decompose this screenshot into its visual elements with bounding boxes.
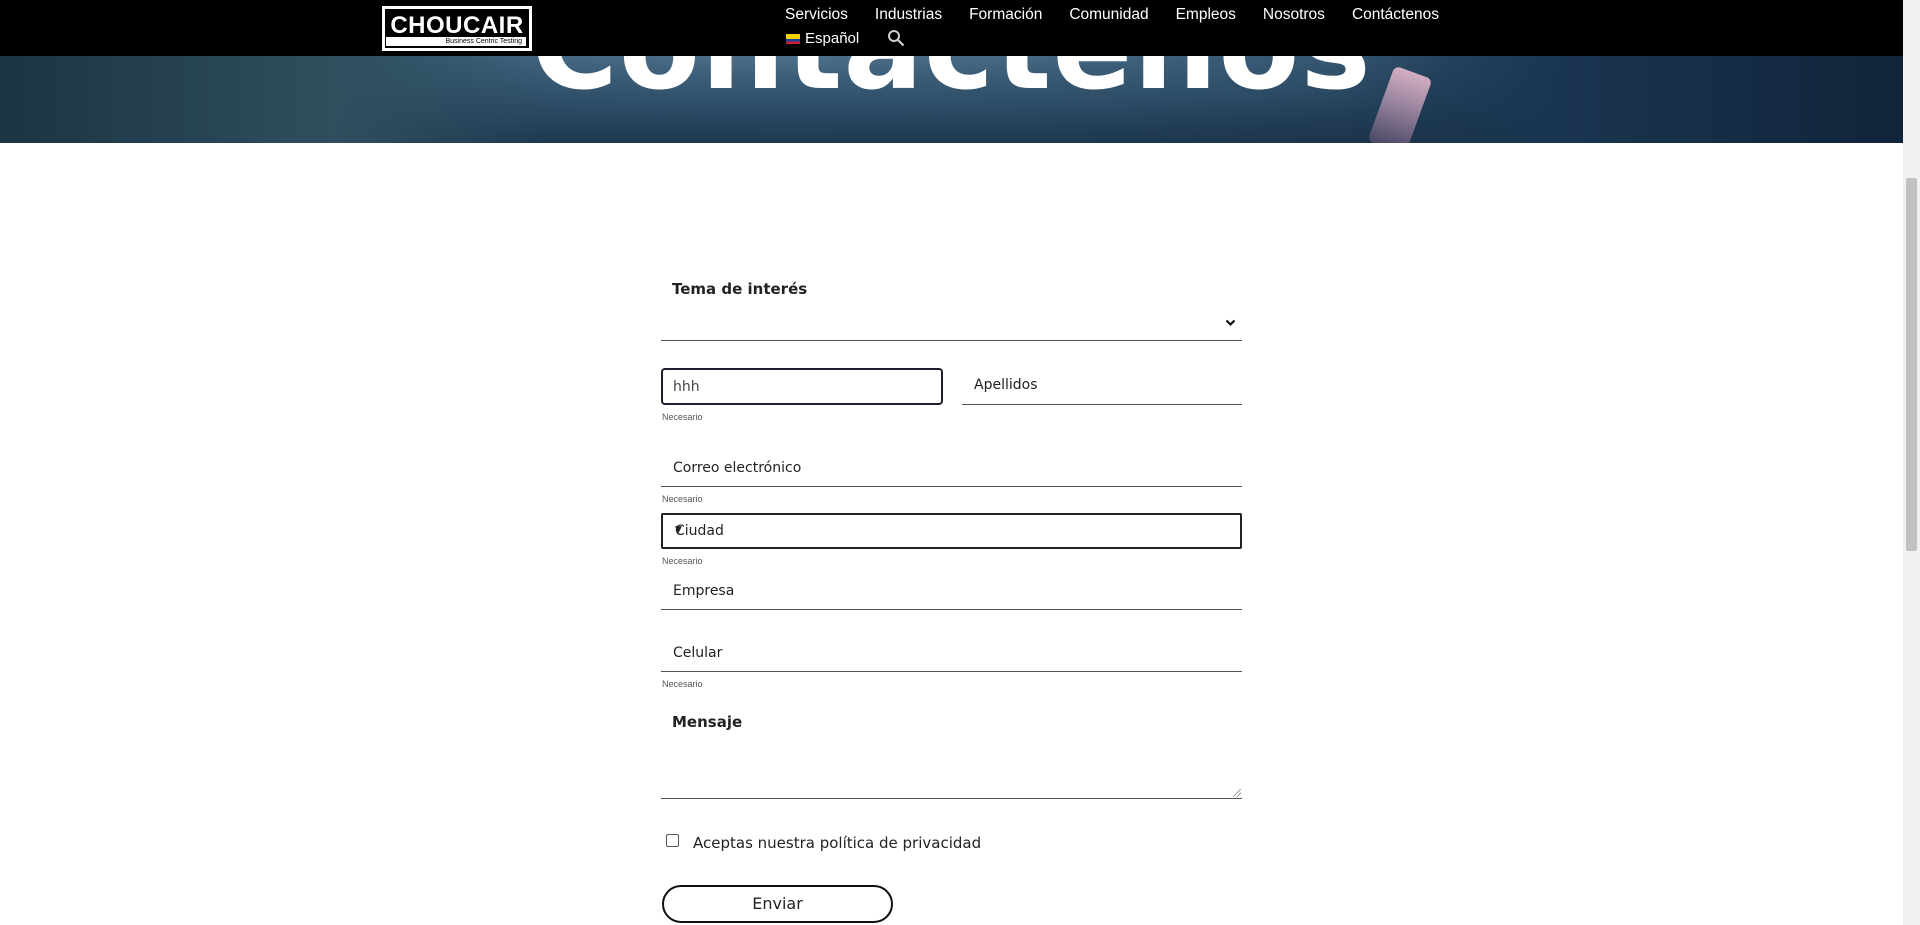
email-field[interactable]: Correo electrónico: [661, 450, 1242, 487]
cell-label: Celular: [673, 645, 723, 661]
logo-frame: CHOUCAIR Business Centric Testing: [385, 9, 529, 48]
last-name-label: Apellidos: [974, 377, 1038, 393]
company-field[interactable]: Empresa: [661, 573, 1242, 610]
privacy-label: Aceptas nuestra política de privacidad: [693, 834, 982, 852]
company-label: Empresa: [673, 583, 735, 599]
email-label: Correo electrónico: [673, 460, 802, 476]
resize-grip-icon[interactable]: [1233, 789, 1241, 797]
nav-servicios[interactable]: Servicios: [785, 6, 848, 24]
nav-empleos[interactable]: Empleos: [1176, 6, 1236, 24]
nav-industrias[interactable]: Industrias: [875, 6, 942, 24]
colombia-flag-icon: [786, 33, 800, 44]
scrollbar-thumb[interactable]: [1906, 178, 1917, 551]
logo-text: CHOUCAIR: [390, 12, 524, 39]
chevron-down-icon: [1225, 319, 1236, 327]
nav-formacion[interactable]: Formación: [969, 6, 1042, 24]
nav-contactenos[interactable]: Contáctenos: [1352, 6, 1439, 24]
city-required-hint: Necesario: [662, 556, 703, 566]
topic-select[interactable]: [661, 306, 1242, 341]
nav-nosotros[interactable]: Nosotros: [1263, 6, 1325, 24]
city-select[interactable]: Ciudad ▼: [661, 513, 1242, 549]
top-navbar: CHOUCAIR Business Centric Testing Servic…: [0, 0, 1903, 56]
search-icon[interactable]: [887, 29, 905, 47]
select-arrow-icon: ▼: [675, 525, 682, 535]
first-name-required-hint: Necesario: [662, 412, 703, 422]
message-textarea[interactable]: [661, 735, 1242, 799]
first-name-input[interactable]: [661, 368, 943, 405]
nav-comunidad[interactable]: Comunidad: [1069, 6, 1148, 24]
topic-label: Tema de interés: [672, 280, 808, 298]
last-name-field[interactable]: Apellidos: [962, 368, 1242, 405]
message-label: Mensaje: [672, 713, 743, 731]
main-nav: Servicios Industrias Formación Comunidad…: [785, 6, 1466, 24]
logo-tagline: Business Centric Testing: [386, 37, 526, 46]
language-switcher[interactable]: Español: [786, 30, 859, 47]
language-label: Español: [805, 30, 860, 47]
privacy-checkbox[interactable]: [666, 834, 679, 847]
logo[interactable]: CHOUCAIR Business Centric Testing: [382, 6, 532, 51]
cell-required-hint: Necesario: [662, 679, 703, 689]
cell-field[interactable]: Celular: [661, 635, 1242, 672]
submit-button[interactable]: Enviar: [662, 885, 893, 923]
email-required-hint: Necesario: [662, 494, 703, 504]
